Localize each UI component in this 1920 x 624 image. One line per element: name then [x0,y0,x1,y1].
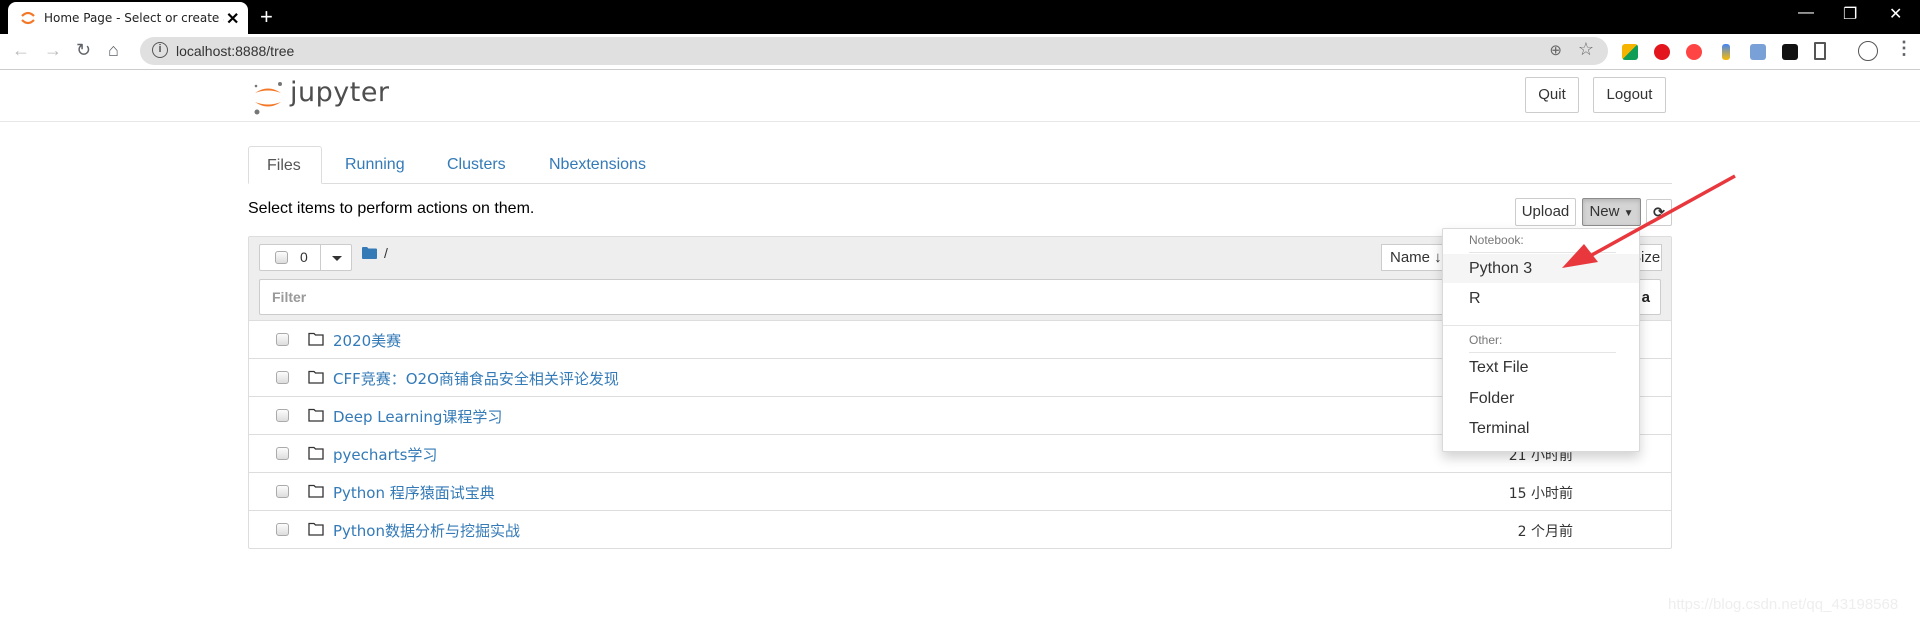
item-name-link[interactable]: 2020美赛 [333,330,401,351]
menu-item-r[interactable]: R [1443,284,1639,313]
menu-item-folder[interactable]: Folder [1443,384,1639,413]
minimize-icon[interactable]: — [1798,4,1814,22]
tab-clusters[interactable]: Clusters [429,146,524,184]
window-close-icon[interactable]: ✕ [1889,4,1902,24]
quit-button[interactable]: Quit [1525,77,1579,113]
menu-item-text-file[interactable]: Text File [1443,353,1639,382]
url-text[interactable]: localhost:8888/tree [176,43,294,59]
folder-icon[interactable] [362,247,377,259]
tab-nbextensions[interactable]: Nbextensions [531,146,664,184]
item-checkbox[interactable] [276,523,289,536]
jupyter-favicon-icon [21,11,35,25]
refresh-icon: ⟳ [1653,204,1665,220]
select-menu-caret[interactable] [320,244,352,271]
profile-avatar-icon[interactable] [1858,41,1878,61]
item-name-link[interactable]: Python 程序猿面试宝典 [333,482,495,503]
item-name-link[interactable]: CFF竞赛：O2O商铺食品安全相关评论发现 [333,368,619,389]
jupyter-logo-text[interactable]: jupyter [290,77,390,108]
item-checkbox[interactable] [276,409,289,422]
item-modified: 15 小时前 [1508,486,1573,502]
extension-icon-1[interactable] [1622,44,1638,60]
folder-outline-icon [308,370,324,384]
folder-outline-icon [308,522,324,536]
zoom-icon[interactable]: ⊕ [1549,41,1562,59]
menu-item-python3[interactable]: Python 3 [1443,254,1639,283]
address-bar[interactable]: i localhost:8888/tree ⊕ ☆ [140,37,1608,65]
jupyter-header: jupyter Quit Logout [0,70,1920,122]
download-extension-icon[interactable] [1722,44,1730,60]
refresh-button[interactable]: ⟳ [1646,199,1672,226]
item-checkbox[interactable] [276,485,289,498]
item-name-link[interactable]: Deep Learning课程学习 [333,406,502,427]
select-hint-text: Select items to perform actions on them. [248,200,535,217]
jupyter-logo-icon[interactable] [252,80,286,116]
reading-list-icon[interactable] [1814,42,1826,60]
new-dropdown-button[interactable]: New ▼ [1582,198,1641,226]
menu-icon[interactable]: ⋮ [1895,38,1913,59]
browser-tab[interactable]: Home Page - Select or create a notebook … [8,2,248,34]
item-checkbox[interactable] [276,333,289,346]
item-checkbox[interactable] [276,447,289,460]
list-item[interactable]: Python数据分析与挖掘实战 2 个月前 [249,511,1671,549]
watermark-text: https://blog.csdn.net/qq_43198568 [1668,596,1899,613]
folder-outline-icon [308,408,324,422]
new-dropdown-menu: Notebook: Python 3 R Other: Text File Fo… [1442,228,1640,452]
extension-icon-6[interactable] [1782,44,1798,60]
extension-icon-5[interactable] [1750,44,1766,60]
select-all-control[interactable]: 0 [259,244,321,271]
new-tab-button[interactable]: + [260,4,273,30]
tab-files[interactable]: Files [248,146,322,184]
menu-divider [1443,325,1639,326]
folder-outline-icon [308,446,324,460]
folder-outline-icon [308,484,324,498]
adblock-extension-icon[interactable] [1654,44,1670,60]
item-name-link[interactable]: Python数据分析与挖掘实战 [333,520,520,541]
tab-title: Home Page - Select or create a notebook [44,11,224,25]
restore-icon[interactable]: ❐ [1843,4,1857,24]
menu-header-other: Other: [1469,333,1503,347]
infinity-extension-icon[interactable] [1686,44,1702,60]
logout-button[interactable]: Logout [1593,77,1666,113]
upload-button[interactable]: Upload [1515,198,1576,226]
breadcrumb-root[interactable]: / [384,245,388,261]
info-icon[interactable]: i [152,42,168,58]
menu-rule [1469,252,1616,253]
new-button-label: New [1589,203,1620,220]
folder-outline-icon [308,332,324,346]
select-all-checkbox[interactable] [275,251,288,264]
tab-running[interactable]: Running [327,146,423,184]
caret-down-icon: ▼ [1623,208,1634,219]
selected-count: 0 [300,249,308,265]
item-name-link[interactable]: pyecharts学习 [333,444,437,465]
item-modified: 2 个月前 [1517,524,1573,540]
tab-close-icon[interactable]: ✕ [226,9,239,29]
item-checkbox[interactable] [276,371,289,384]
filter-trailing-text: a [1641,289,1650,306]
list-item[interactable]: Python 程序猿面试宝典 15 小时前 [249,473,1671,511]
browser-tab-strip: Home Page - Select or create a notebook … [0,0,1920,34]
name-sort-button[interactable]: Name ↓ [1381,244,1451,271]
reload-icon[interactable]: ↻ [76,40,91,61]
menu-item-terminal[interactable]: Terminal [1443,414,1639,443]
menu-header-notebook: Notebook: [1469,233,1524,247]
browser-toolbar: ← → ↻ ⌂ i localhost:8888/tree ⊕ ☆ ⋮ [0,34,1920,70]
bookmark-star-icon[interactable]: ☆ [1578,39,1594,60]
forward-icon[interactable]: → [44,40,62,61]
home-icon[interactable]: ⌂ [108,40,119,61]
back-icon[interactable]: ← [12,40,30,61]
dashboard-tabs: Files Running Clusters Nbextensions [248,146,1672,184]
